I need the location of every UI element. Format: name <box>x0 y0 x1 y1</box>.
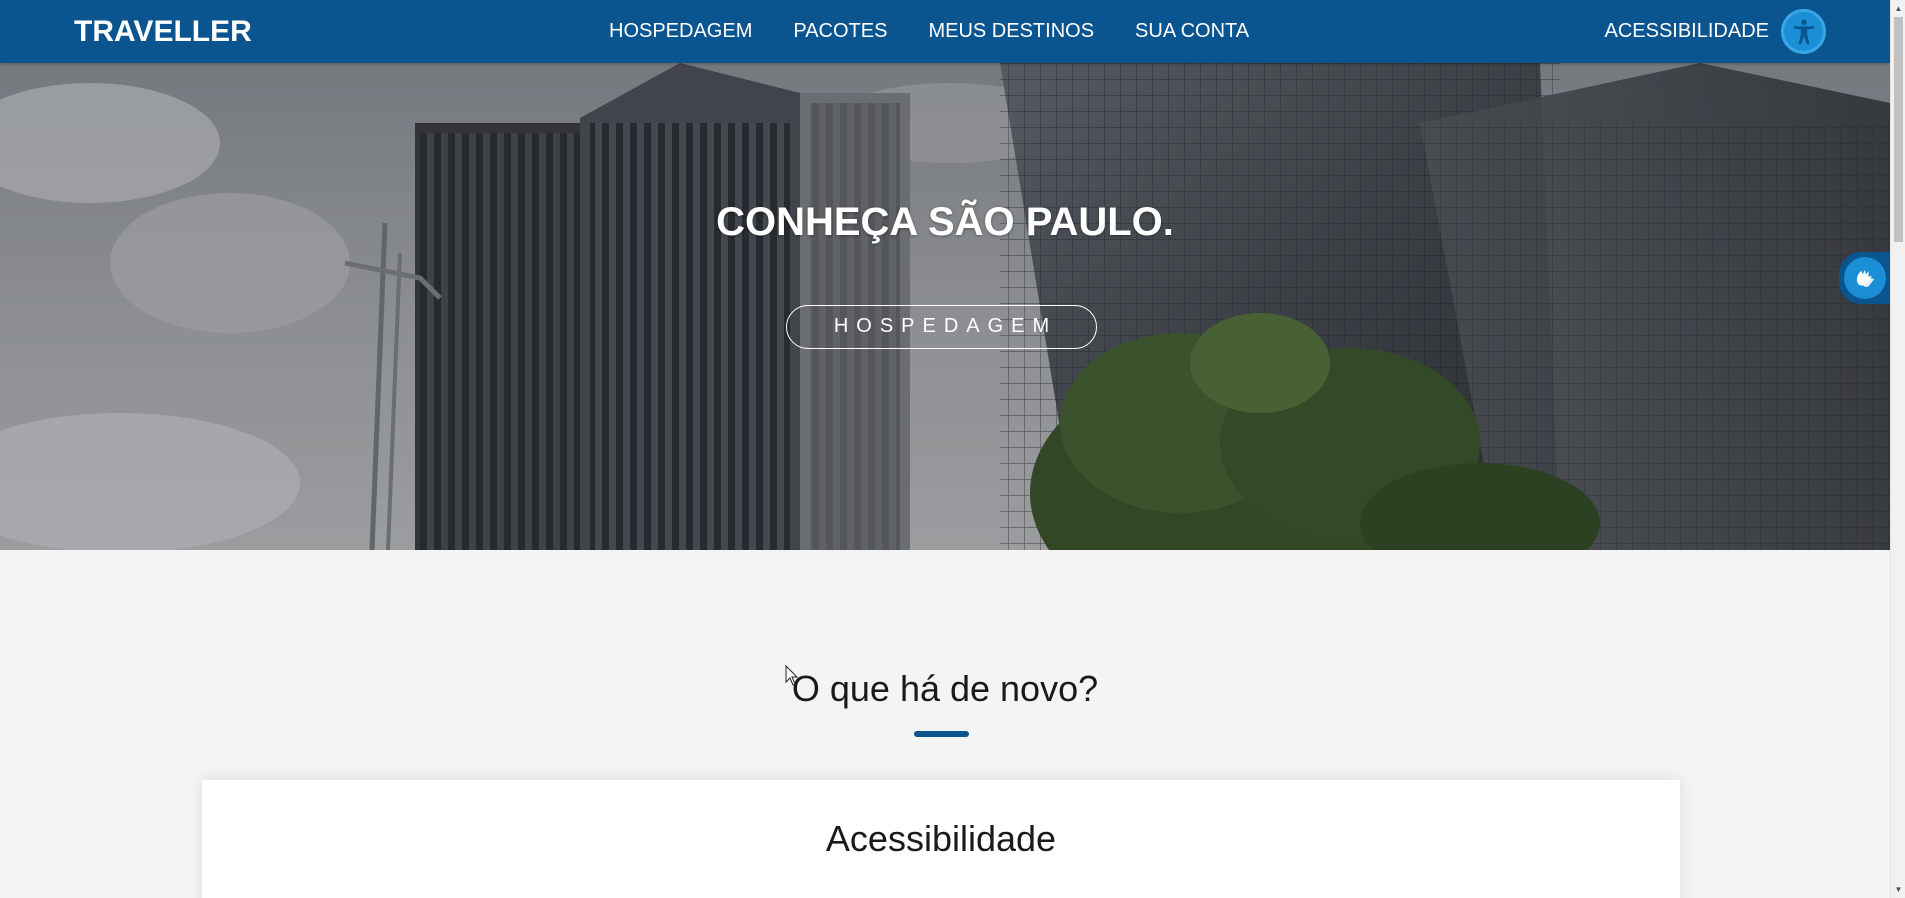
page: TRAVELLER HOSPEDAGEM PACOTES MEUS DESTIN… <box>0 0 1905 898</box>
scroll-down-arrow-icon[interactable]: ▼ <box>1891 881 1905 898</box>
scroll-up-arrow-icon[interactable]: ▲ <box>1891 0 1905 17</box>
brand-logo[interactable]: TRAVELLER <box>74 15 252 49</box>
news-card: Acessibilidade <box>202 780 1680 898</box>
scroll-thumb[interactable] <box>1894 17 1903 242</box>
hero-title: CONHEÇA SÃO PAULO. <box>716 200 1174 244</box>
title-underline <box>914 731 969 737</box>
nav-link-hospedagem[interactable]: HOSPEDAGEM <box>609 20 752 43</box>
mouse-cursor-icon <box>785 665 799 686</box>
nav-links: HOSPEDAGEM PACOTES MEUS DESTINOS SUA CON… <box>609 0 1249 63</box>
hero-hospedagem-button[interactable]: HOSPEDAGEM <box>786 305 1097 349</box>
card-title: Acessibilidade <box>825 818 1057 859</box>
page-scrollbar[interactable]: ▲ ▼ <box>1890 0 1905 898</box>
section-title: O que há de novo? <box>791 668 1099 709</box>
accessibility-person-icon[interactable] <box>1781 9 1826 54</box>
nav-link-pacotes[interactable]: PACOTES <box>793 20 887 43</box>
top-navbar: TRAVELLER HOSPEDAGEM PACOTES MEUS DESTIN… <box>0 0 1890 63</box>
nav-link-sua-conta[interactable]: SUA CONTA <box>1135 20 1249 43</box>
libras-widget-button[interactable] <box>1839 252 1890 304</box>
accessibility-label[interactable]: ACESSIBILIDADE <box>1604 20 1769 43</box>
accessibility-menu: ACESSIBILIDADE <box>1604 0 1826 63</box>
nav-link-meus-destinos[interactable]: MEUS DESTINOS <box>928 20 1094 43</box>
sign-language-hands-icon <box>1843 257 1886 299</box>
hero-banner: CONHEÇA SÃO PAULO. HOSPEDAGEM <box>0 63 1890 550</box>
